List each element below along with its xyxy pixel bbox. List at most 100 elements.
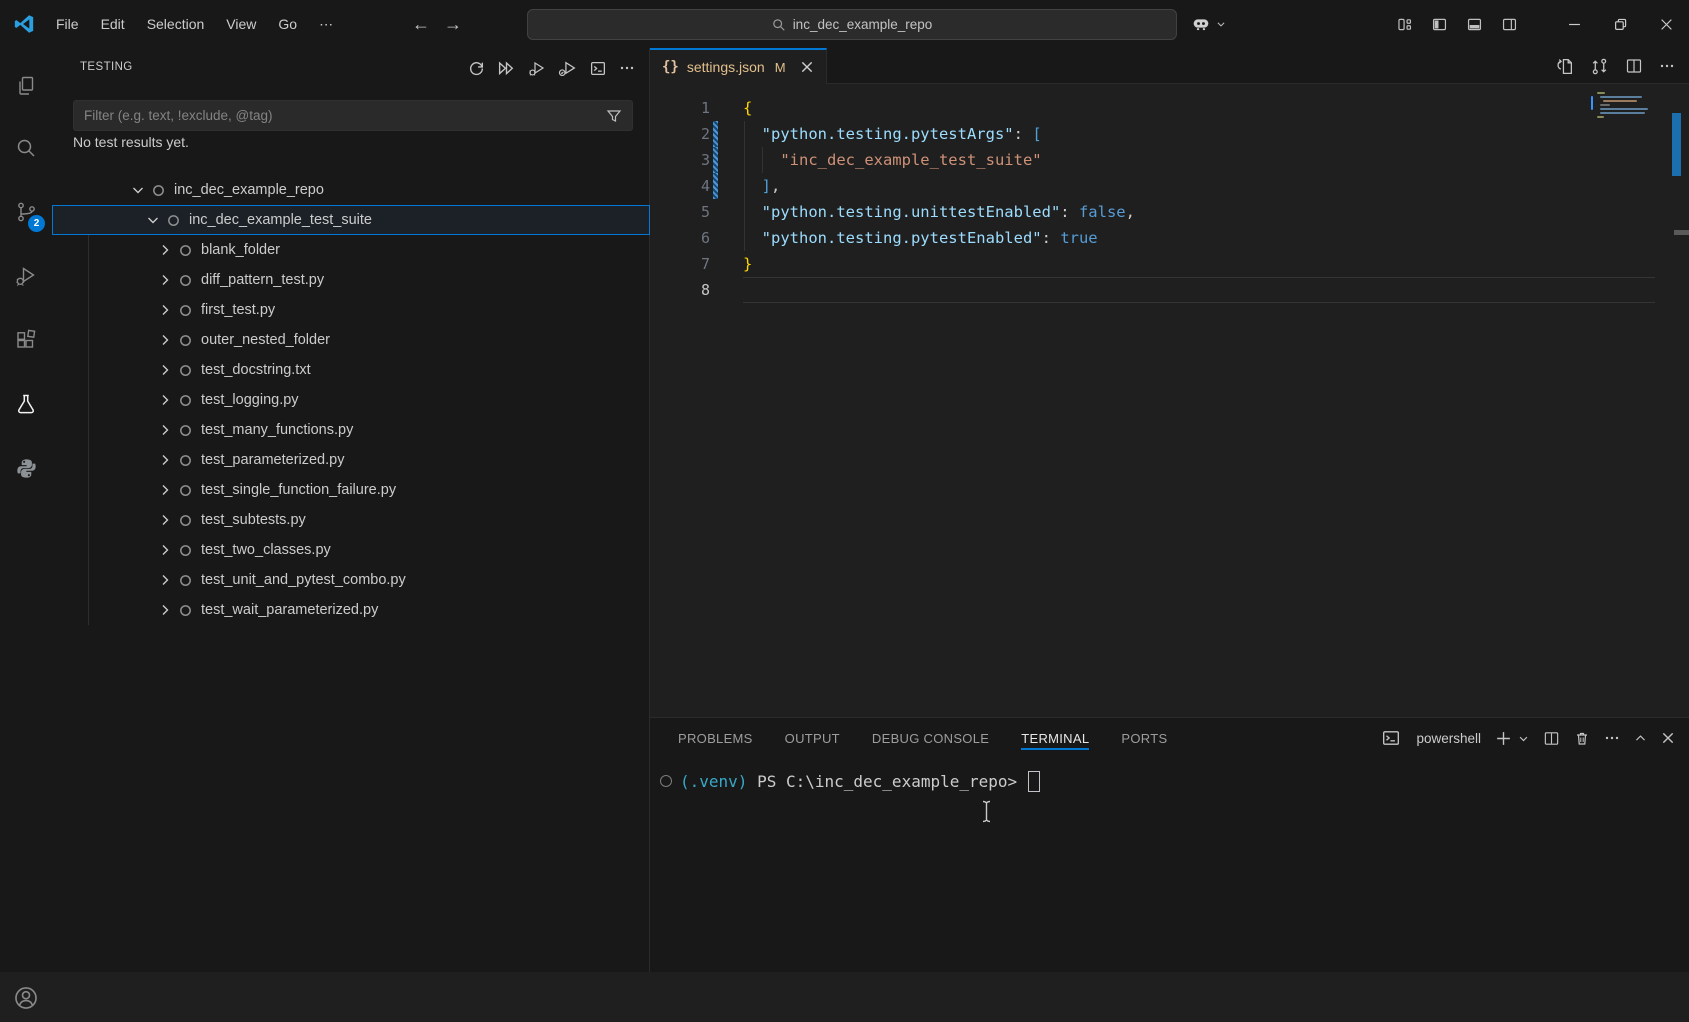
line-number: 6	[650, 225, 710, 251]
menu-file[interactable]: File	[46, 11, 89, 37]
chevron-right-icon[interactable]	[157, 362, 173, 378]
minimize-button[interactable]	[1551, 0, 1597, 48]
code-editor[interactable]: 1{2 "python.testing.pytestArgs": [3 "inc…	[650, 84, 1689, 717]
code-line[interactable]: 4 ],	[650, 173, 1689, 199]
more-actions-icon[interactable]	[619, 60, 635, 76]
new-terminal-icon[interactable]	[1495, 730, 1512, 747]
panel-tab-ports[interactable]: PORTS	[1121, 721, 1167, 756]
sidebar-item-search[interactable]	[0, 124, 52, 172]
show-output-icon[interactable]	[589, 60, 607, 77]
chevron-down-icon[interactable]	[145, 212, 161, 228]
overview-ruler-mark	[1674, 230, 1689, 235]
menu-edit[interactable]: Edit	[91, 11, 135, 37]
tab-settings-json[interactable]: {} settings.json M	[650, 48, 827, 84]
chevron-right-icon[interactable]	[157, 392, 173, 408]
panel-tab-output[interactable]: OUTPUT	[785, 721, 840, 756]
close-window-button[interactable]	[1643, 0, 1689, 48]
test-tree-item[interactable]: test_many_functions.py	[52, 415, 650, 445]
code-line[interactable]: 6 "python.testing.pytestEnabled": true	[650, 225, 1689, 251]
sidebar-item-run-debug[interactable]	[0, 252, 52, 300]
test-tree-item[interactable]: blank_folder	[52, 235, 650, 265]
chevron-right-icon[interactable]	[157, 542, 173, 558]
code-line[interactable]: 5 "python.testing.unittestEnabled": fals…	[650, 199, 1689, 225]
filter-icon[interactable]	[606, 108, 622, 124]
toggle-primary-sidebar-icon[interactable]	[1431, 16, 1448, 33]
chevron-right-icon[interactable]	[157, 512, 173, 528]
open-timeline-icon[interactable]	[1555, 57, 1574, 76]
panel-tab-terminal[interactable]: TERMINAL	[1021, 721, 1089, 756]
chevron-down-icon[interactable]	[130, 182, 146, 198]
editor-more-actions-icon[interactable]	[1659, 58, 1675, 74]
menu-overflow-icon[interactable]: ⋯	[309, 11, 344, 38]
test-tree-item[interactable]: test_single_function_failure.py	[52, 475, 650, 505]
code-line[interactable]: 3 "inc_dec_example_test_suite"	[650, 147, 1689, 173]
menu-go[interactable]: Go	[268, 11, 307, 37]
forward-arrow-icon[interactable]: →	[444, 14, 462, 35]
test-tree-item[interactable]: test_unit_and_pytest_combo.py	[52, 565, 650, 595]
test-tree-item[interactable]: test_wait_parameterized.py	[52, 595, 650, 625]
sidebar-item-python[interactable]	[0, 444, 52, 492]
tree-item-label: inc_dec_example_test_suite	[189, 212, 372, 228]
test-tree-item[interactable]: inc_dec_example_test_suite	[52, 205, 650, 235]
test-tree-item[interactable]: test_two_classes.py	[52, 535, 650, 565]
chevron-right-icon[interactable]	[157, 482, 173, 498]
toggle-panel-icon[interactable]	[1466, 16, 1483, 33]
split-terminal-icon[interactable]	[1543, 730, 1560, 747]
menu-selection[interactable]: Selection	[137, 11, 215, 37]
indent-guide	[744, 121, 745, 251]
test-tree-item[interactable]: test_docstring.txt	[52, 355, 650, 385]
chevron-right-icon[interactable]	[157, 242, 173, 258]
command-center-search[interactable]: inc_dec_example_repo	[527, 9, 1177, 40]
test-tree-item[interactable]: diff_pattern_test.py	[52, 265, 650, 295]
code-line[interactable]: 8	[650, 277, 1689, 303]
test-tree-item[interactable]: inc_dec_example_repo	[52, 175, 650, 205]
test-filter-input[interactable]	[74, 108, 606, 123]
open-changes-icon[interactable]	[1590, 57, 1609, 76]
chevron-right-icon[interactable]	[157, 422, 173, 438]
code-line[interactable]: 2 "python.testing.pytestArgs": [	[650, 121, 1689, 147]
chevron-right-icon[interactable]	[157, 572, 173, 588]
coverage-tests-icon[interactable]	[558, 60, 577, 77]
chevron-right-icon[interactable]	[157, 332, 173, 348]
restore-button[interactable]	[1597, 0, 1643, 48]
code-line[interactable]: 7}	[650, 251, 1689, 277]
sidebar-item-testing[interactable]	[0, 380, 52, 428]
toggle-secondary-sidebar-icon[interactable]	[1501, 16, 1518, 33]
sidebar-item-source-control[interactable]: 2	[0, 188, 52, 236]
chevron-right-icon[interactable]	[157, 302, 173, 318]
maximize-panel-icon[interactable]	[1634, 732, 1647, 745]
code-line[interactable]: 1{	[650, 95, 1689, 121]
test-tree-item[interactable]: test_parameterized.py	[52, 445, 650, 475]
menu-view[interactable]: View	[216, 11, 266, 37]
test-tree-item[interactable]: test_subtests.py	[52, 505, 650, 535]
account-icon[interactable]	[0, 974, 52, 1022]
panel-tab-problems[interactable]: PROBLEMS	[678, 721, 753, 756]
kill-terminal-icon[interactable]	[1574, 730, 1590, 747]
test-tree-item[interactable]: test_logging.py	[52, 385, 650, 415]
split-editor-icon[interactable]	[1625, 57, 1643, 75]
test-tree-item[interactable]: outer_nested_folder	[52, 325, 650, 355]
back-arrow-icon[interactable]: ←	[412, 14, 430, 35]
panel-tab-debug-console[interactable]: DEBUG CONSOLE	[872, 721, 989, 756]
debug-tests-icon[interactable]	[528, 60, 546, 77]
editor-scrollbar[interactable]	[1672, 113, 1681, 176]
terminal-prompt-line[interactable]: (.venv) PS C:\inc_dec_example_repo>	[660, 768, 1040, 794]
sidebar-item-explorer[interactable]	[0, 62, 52, 110]
shell-name[interactable]: powershell	[1416, 731, 1481, 746]
chevron-right-icon[interactable]	[157, 272, 173, 288]
panel-more-actions-icon[interactable]	[1604, 730, 1620, 746]
tree-item-label: blank_folder	[201, 242, 280, 258]
terminal-profile-chevron-icon[interactable]	[1518, 733, 1529, 744]
close-panel-icon[interactable]	[1661, 731, 1675, 745]
refresh-tests-icon[interactable]	[468, 60, 485, 77]
chevron-right-icon[interactable]	[157, 452, 173, 468]
run-tests-icon[interactable]	[497, 60, 516, 77]
copilot-button[interactable]	[1190, 0, 1226, 48]
customize-layout-icon[interactable]	[1396, 16, 1413, 33]
test-tree-item[interactable]: first_test.py	[52, 295, 650, 325]
tree-item-label: test_logging.py	[201, 392, 299, 408]
sidebar-item-extensions[interactable]	[0, 316, 52, 364]
chevron-right-icon[interactable]	[157, 602, 173, 618]
minimap[interactable]	[1594, 92, 1664, 118]
close-tab-icon[interactable]	[800, 60, 814, 74]
